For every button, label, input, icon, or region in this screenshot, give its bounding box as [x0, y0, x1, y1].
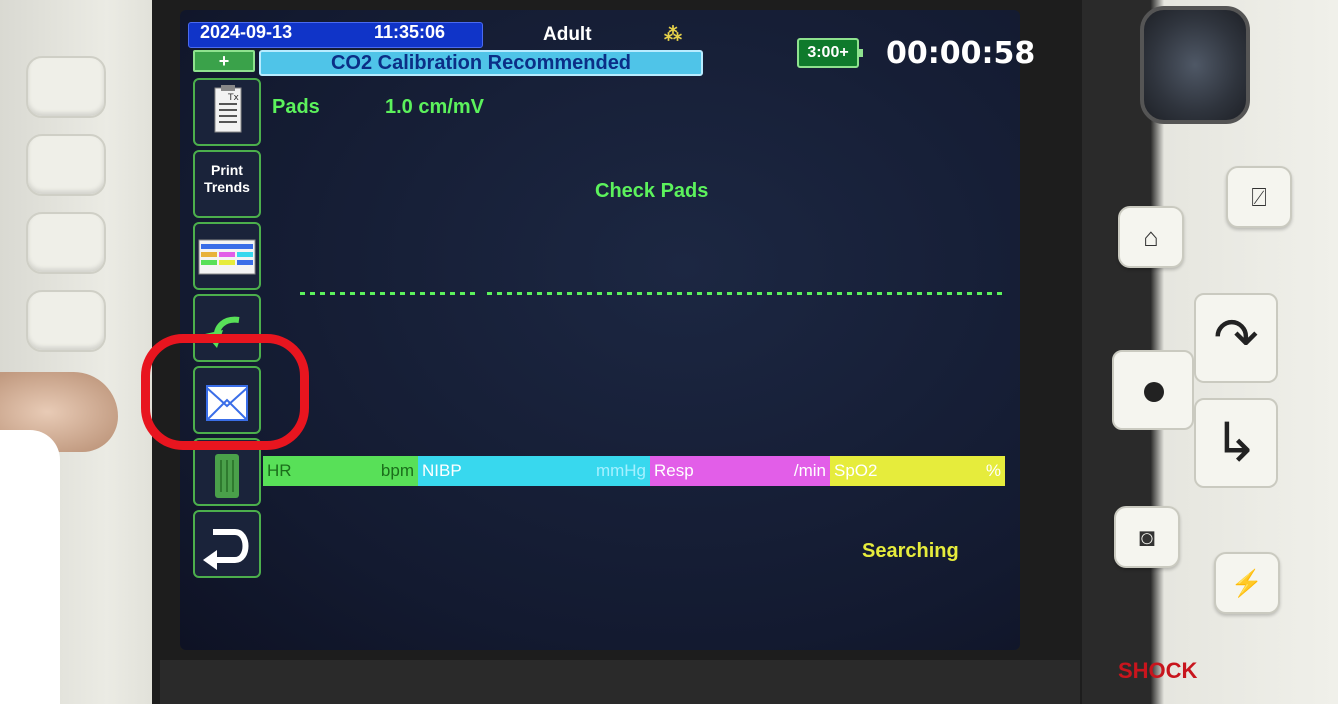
energy-button[interactable]: ⚡ [1214, 552, 1280, 614]
vital-hr-unit: bpm [380, 461, 414, 480]
vital-spo2[interactable]: SpO2 % [830, 456, 1005, 486]
trend-table-softkey[interactable] [193, 222, 261, 290]
vital-hr-name: HR [267, 461, 292, 480]
time-display: 11:35:06 [374, 22, 446, 42]
ecg-flatline-right [487, 292, 1007, 295]
treatment-summary-icon: Tx [214, 85, 242, 133]
camera-window [1140, 6, 1250, 124]
ecg-gain-label: 1.0 cm/mV [385, 96, 484, 118]
white-surface [0, 430, 60, 704]
vital-nibp-name: NIBP [422, 461, 462, 480]
vital-hr[interactable]: HR bpm [263, 456, 418, 486]
hardware-softkey-4[interactable] [26, 290, 106, 352]
print-trends-label-1: Print [211, 162, 243, 178]
svg-text:Tx: Tx [227, 93, 239, 103]
trend-table-icon [198, 239, 256, 275]
hardware-softkey-3[interactable] [26, 212, 106, 274]
pacer-spark-icon: ⁂ [664, 24, 682, 44]
print-trends-softkey[interactable]: Print Trends [193, 150, 261, 218]
alarm-silence-button[interactable]: ⍁ [1226, 166, 1292, 228]
battery-indicator: 3:00+ [797, 38, 863, 68]
shock-label: SHOCK [1118, 658, 1198, 683]
select-button[interactable] [1112, 350, 1194, 430]
vital-resp-unit: /min [793, 461, 826, 480]
spo2-searching-status: Searching [862, 540, 959, 562]
lower-bezel [160, 660, 1080, 704]
vital-spo2-name: SpO2 [834, 461, 878, 480]
snapshot-icon: ◙ [1139, 522, 1155, 552]
check-pads-message: Check Pads [595, 180, 709, 202]
date-display: 2024-09-13 [200, 22, 293, 42]
nav-down-icon: ↳ [1213, 413, 1259, 473]
nav-up-button[interactable]: ↷ [1194, 293, 1278, 383]
print-trends-label-2: Trends [204, 179, 250, 195]
elapsed-time: 00:00:58 [886, 36, 1036, 71]
hardware-softkey-2[interactable] [26, 134, 106, 196]
home-display-button[interactable]: ⌂ [1118, 206, 1184, 268]
home-display-icon: ⌂ [1143, 222, 1159, 252]
ecg-flatline-left [300, 292, 475, 295]
alarm-silence-icon: ⍁ [1251, 182, 1267, 212]
hardware-softkey-1[interactable] [26, 56, 106, 118]
highlight-circle [141, 334, 309, 450]
energy-icon: ⚡ [1230, 568, 1264, 598]
return-softkey[interactable] [193, 510, 261, 578]
nav-down-button[interactable]: ↳ [1194, 398, 1278, 488]
vital-resp-name: Resp [654, 461, 694, 480]
alert-banner: CO2 Calibration Recommended [259, 50, 703, 76]
vital-nibp-unit: mmHg [595, 461, 646, 480]
nav-up-icon: ↷ [1213, 308, 1259, 368]
vital-spo2-unit: % [985, 461, 1001, 480]
ecg-lead-label: Pads [272, 96, 320, 118]
patient-type: Adult [543, 24, 592, 45]
snapshot-button[interactable]: ◙ [1114, 506, 1180, 568]
vital-resp[interactable]: Resp /min [650, 456, 830, 486]
return-icon [203, 529, 249, 570]
vital-nibp[interactable]: NIBP mmHg [418, 456, 650, 486]
plus-button[interactable]: + [193, 50, 255, 72]
treatment-summary-softkey[interactable]: Tx [193, 78, 261, 146]
